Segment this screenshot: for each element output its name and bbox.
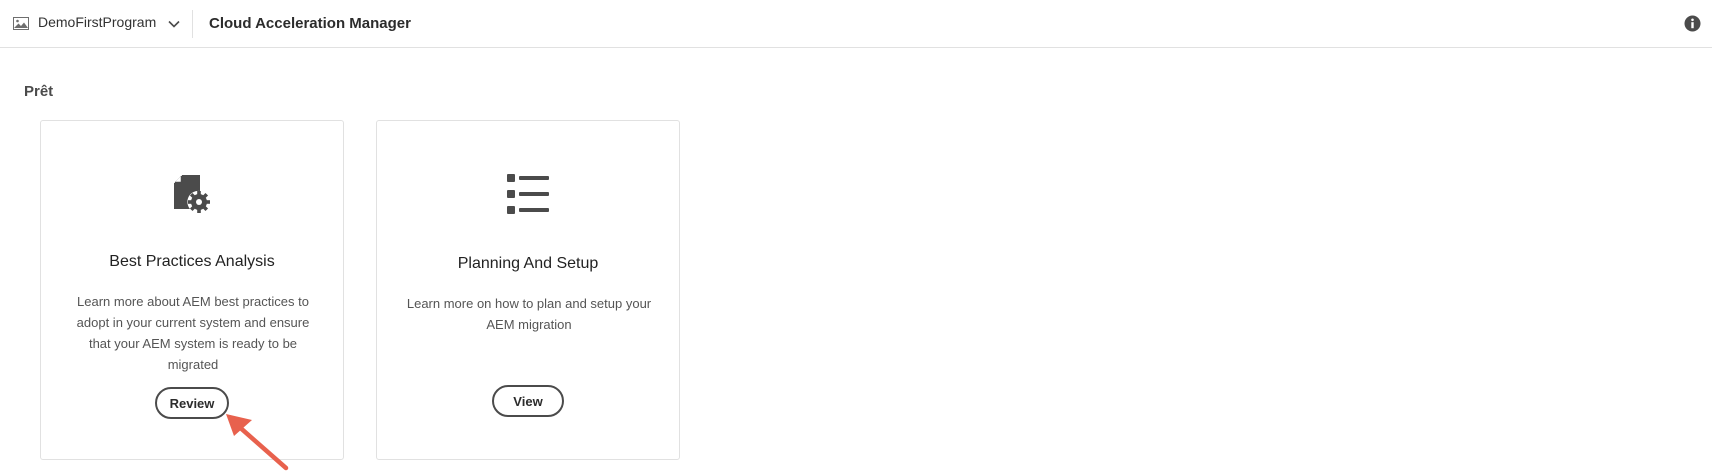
card-description: Learn more about AEM best practices to a… — [76, 294, 310, 372]
info-icon[interactable] — [1684, 15, 1701, 32]
header-divider — [192, 10, 193, 38]
card-planning-and-setup: Planning And Setup Learn more on how to … — [376, 120, 680, 460]
card-title: Planning And Setup — [457, 255, 599, 272]
card-description: Learn more on how to plan and setup your… — [406, 296, 652, 332]
view-button[interactable]: View — [492, 385, 564, 417]
card-title: Best Practices Analysis — [109, 253, 275, 270]
document-gear-icon — [174, 175, 210, 213]
app-title: Cloud Acceleration Manager — [209, 15, 411, 32]
chevron-down-icon — [168, 20, 180, 28]
program-dropdown-button[interactable] — [164, 14, 184, 34]
card-best-practices-analysis: Best Practices Analysis Learn more about… — [40, 120, 344, 460]
image-icon — [13, 17, 29, 30]
top-bar: DemoFirstProgram Cloud Acceleration Mana… — [0, 0, 1712, 48]
section-heading: Prêt — [24, 83, 54, 100]
list-icon — [507, 174, 549, 214]
program-name[interactable]: DemoFirstProgram — [38, 14, 156, 30]
annotation-arrow-icon — [226, 414, 289, 471]
review-button[interactable]: Review — [155, 387, 229, 419]
